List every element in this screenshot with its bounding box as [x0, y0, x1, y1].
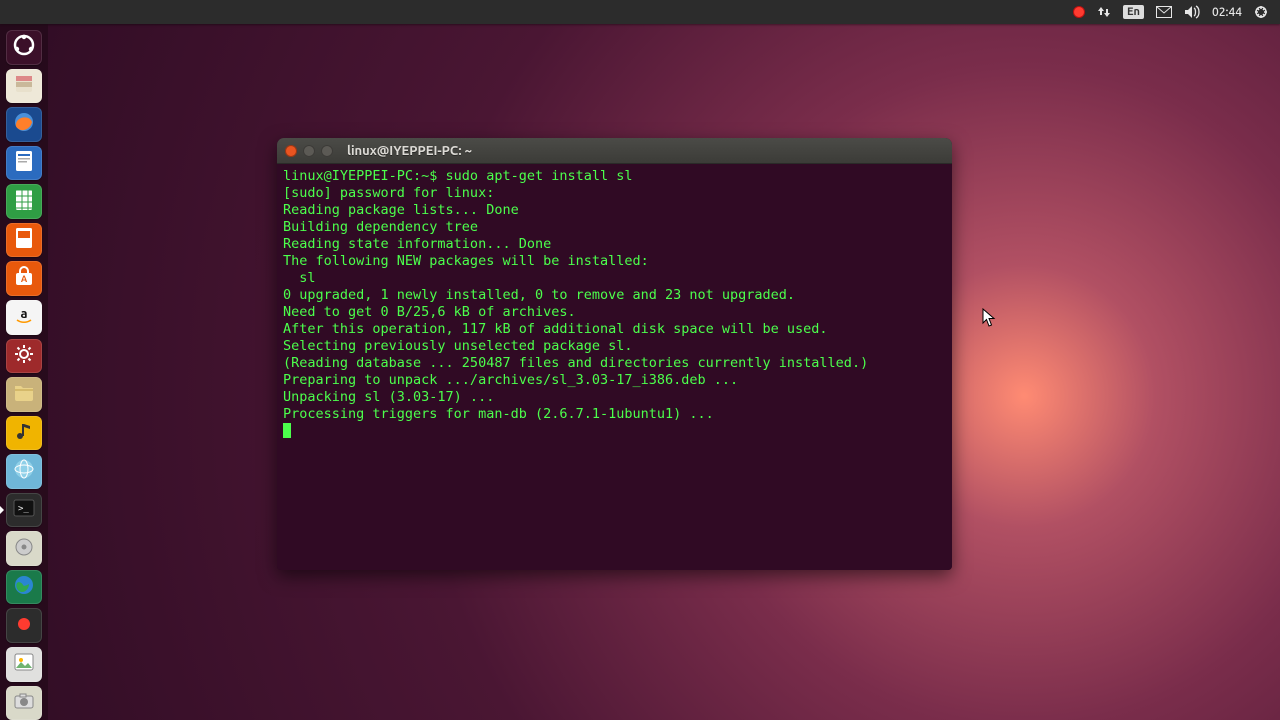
- terminal-icon: >_: [13, 499, 35, 521]
- launcher-item-impress[interactable]: [6, 223, 42, 258]
- terminal-cursor: [283, 423, 291, 438]
- svg-text:a: a: [20, 307, 27, 321]
- svg-text:>_: >_: [18, 504, 29, 514]
- language-label: En: [1123, 5, 1144, 19]
- doc-icon: [14, 150, 34, 176]
- camera-icon: [14, 693, 34, 713]
- window-minimize-button[interactable]: [303, 145, 315, 157]
- svg-text:A: A: [21, 274, 28, 284]
- desktop-wallpaper: En 02:44 Aa >_ linux@IYEPPEI-PC: ~ linux@…: [0, 0, 1280, 720]
- sheet-icon: [14, 189, 34, 215]
- launcher-item-screenshot[interactable]: [6, 647, 42, 682]
- earth-icon: [13, 574, 35, 600]
- launcher-item-kazam[interactable]: [6, 608, 42, 643]
- launcher-item-folder[interactable]: [6, 377, 42, 412]
- terminal-window[interactable]: linux@IYEPPEI-PC: ~ linux@IYEPPEI-PC:~$ …: [277, 138, 952, 570]
- launcher-item-settings[interactable]: [6, 339, 42, 374]
- mail-icon: [1156, 6, 1172, 18]
- drawer-icon: [13, 73, 35, 99]
- launcher-item-browser[interactable]: [6, 454, 42, 489]
- gear-icon: [13, 343, 35, 369]
- screen-recorder-indicator[interactable]: [1067, 0, 1091, 24]
- globe-icon: [13, 458, 35, 484]
- launcher-item-terminal[interactable]: >_: [6, 493, 42, 528]
- window-titlebar[interactable]: linux@IYEPPEI-PC: ~: [277, 138, 952, 164]
- launcher-item-writer[interactable]: [6, 146, 42, 181]
- launcher-item-earth[interactable]: [6, 570, 42, 605]
- music-icon: [14, 421, 34, 445]
- launcher-item-disk[interactable]: [6, 531, 42, 566]
- folder-icon: [13, 382, 35, 406]
- terminal-viewport[interactable]: linux@IYEPPEI-PC:~$ sudo apt-get install…: [277, 164, 952, 570]
- power-gear-icon: [1254, 5, 1268, 19]
- launcher-item-calc[interactable]: [6, 184, 42, 219]
- mouse-cursor-icon: [982, 308, 996, 328]
- rec-icon: [15, 615, 33, 637]
- launcher-item-software[interactable]: A: [6, 261, 42, 296]
- keyboard-language-indicator[interactable]: En: [1117, 0, 1150, 24]
- amazon-icon: a: [13, 304, 35, 330]
- unity-launcher: Aa >_: [0, 24, 48, 720]
- clock[interactable]: 02:44: [1206, 0, 1248, 24]
- mail-indicator[interactable]: [1150, 0, 1178, 24]
- top-panel: En 02:44: [0, 0, 1280, 24]
- bag-icon: A: [13, 266, 35, 292]
- ubuntu-icon: [13, 34, 35, 60]
- window-close-button[interactable]: [285, 145, 297, 157]
- window-maximize-button[interactable]: [321, 145, 333, 157]
- record-icon: [1073, 6, 1085, 18]
- launcher-item-cheese[interactable]: [6, 686, 42, 720]
- firefox-icon: [13, 111, 35, 137]
- sound-indicator[interactable]: [1178, 0, 1206, 24]
- launcher-item-firefox[interactable]: [6, 107, 42, 142]
- launcher-item-amazon[interactable]: a: [6, 300, 42, 335]
- launcher-item-dash[interactable]: [6, 30, 42, 65]
- launcher-item-rhythmbox[interactable]: [6, 416, 42, 451]
- network-indicator[interactable]: [1091, 0, 1117, 24]
- window-title: linux@IYEPPEI-PC: ~: [347, 144, 472, 158]
- clock-time: 02:44: [1212, 6, 1242, 19]
- terminal-output-text: linux@IYEPPEI-PC:~$ sudo apt-get install…: [283, 168, 946, 441]
- volume-icon: [1184, 5, 1200, 19]
- disk-icon: [14, 537, 34, 561]
- slides-icon: [14, 227, 34, 253]
- picture-icon: [14, 653, 34, 675]
- session-indicator[interactable]: [1248, 0, 1274, 24]
- launcher-item-files[interactable]: [6, 69, 42, 104]
- network-updown-icon: [1097, 5, 1111, 19]
